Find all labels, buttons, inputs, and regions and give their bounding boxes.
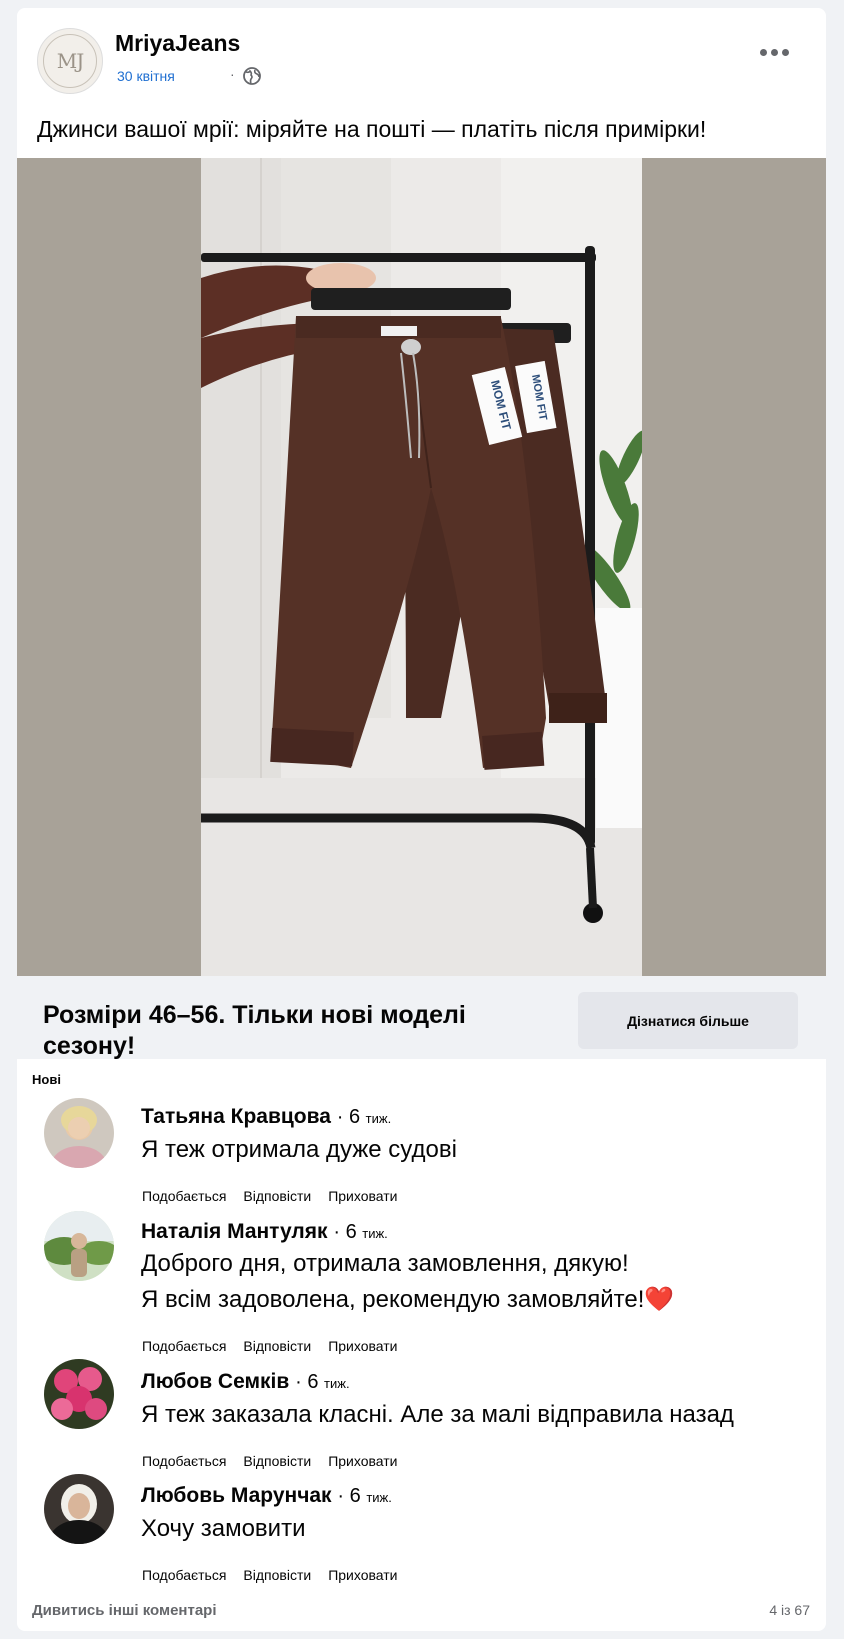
comment-text: Я теж отримала дуже судові <box>141 1136 457 1163</box>
commenter-name[interactable]: Татьяна Кравцова · 6 тиж. <box>141 1105 391 1129</box>
comment-actions: Подобається Відповісти Приховати <box>142 1567 397 1583</box>
like-button[interactable]: Подобається <box>142 1453 226 1469</box>
hide-button[interactable]: Приховати <box>328 1567 397 1583</box>
like-button[interactable]: Подобається <box>142 1338 226 1354</box>
commenter-name[interactable]: Любовь Марунчак · 6 тиж. <box>141 1484 392 1508</box>
hide-button[interactable]: Приховати <box>328 1338 397 1354</box>
reply-button[interactable]: Відповісти <box>243 1453 311 1469</box>
comment-actions: Подобається Відповісти Приховати <box>142 1188 397 1204</box>
comment-time[interactable]: · 6 тиж. <box>295 1371 349 1393</box>
post-card: MJ MriyaJeans 30 квітня · Джинси вашої м… <box>17 8 826 1631</box>
jeans-photo: MOM FIT MOM FIT <box>201 158 642 976</box>
comment-text: Я теж заказала класні. Але за малі відпр… <box>141 1401 734 1428</box>
commenter-name[interactable]: Наталія Мантуляк · 6 тиж. <box>141 1220 388 1244</box>
page-name[interactable]: MriyaJeans <box>115 30 240 57</box>
comment-time[interactable]: · 6 тиж. <box>337 1485 391 1507</box>
comment-filter[interactable]: Нові <box>32 1072 61 1087</box>
like-button[interactable]: Подобається <box>142 1188 226 1204</box>
cta-bar: Розміри 46–56. Тільки нові моделі сезону… <box>17 976 826 1060</box>
commenter-avatar[interactable] <box>44 1359 114 1429</box>
comment-text: Доброго дня, отримала замовлення, дякую!… <box>141 1250 675 1313</box>
hide-button[interactable]: Приховати <box>328 1453 397 1469</box>
reply-button[interactable]: Відповісти <box>243 1188 311 1204</box>
comment-time[interactable]: · 6 тиж. <box>333 1221 387 1243</box>
page-avatar[interactable]: MJ <box>37 28 103 94</box>
comment-text: Хочу замовити <box>141 1515 306 1542</box>
reply-button[interactable]: Відповісти <box>243 1567 311 1583</box>
hide-button[interactable]: Приховати <box>328 1188 397 1204</box>
jeans-illustration: MOM FIT MOM FIT <box>201 158 642 976</box>
separator-dot: · <box>230 66 235 82</box>
comment-actions: Подобається Відповісти Приховати <box>142 1453 397 1469</box>
commenter-avatar[interactable] <box>44 1211 114 1281</box>
post-date[interactable]: 30 квітня <box>117 68 175 84</box>
comment-counter: 4 із 67 <box>769 1602 810 1618</box>
comment-time[interactable]: · 6 тиж. <box>337 1106 391 1128</box>
commenter-avatar[interactable] <box>44 1474 114 1544</box>
post-media[interactable]: MOM FIT MOM FIT <box>17 158 826 976</box>
view-more-comments-link[interactable]: Дивитись інші коментарі <box>32 1602 217 1619</box>
comment-actions: Подобається Відповісти Приховати <box>142 1338 397 1354</box>
commenter-avatar[interactable] <box>44 1098 114 1168</box>
like-button[interactable]: Подобається <box>142 1567 226 1583</box>
more-options-icon[interactable] <box>760 46 790 58</box>
learn-more-button[interactable]: Дізнатися більше <box>578 992 798 1049</box>
page-logo: MJ <box>43 34 97 88</box>
globe-icon <box>243 67 261 85</box>
commenter-name[interactable]: Любов Семків · 6 тиж. <box>141 1370 350 1394</box>
reply-button[interactable]: Відповісти <box>243 1338 311 1354</box>
post-text: Джинси вашої мрії: міряйте на пошті — пл… <box>37 116 707 142</box>
cta-text: Розміри 46–56. Тільки нові моделі сезону… <box>43 1001 466 1060</box>
